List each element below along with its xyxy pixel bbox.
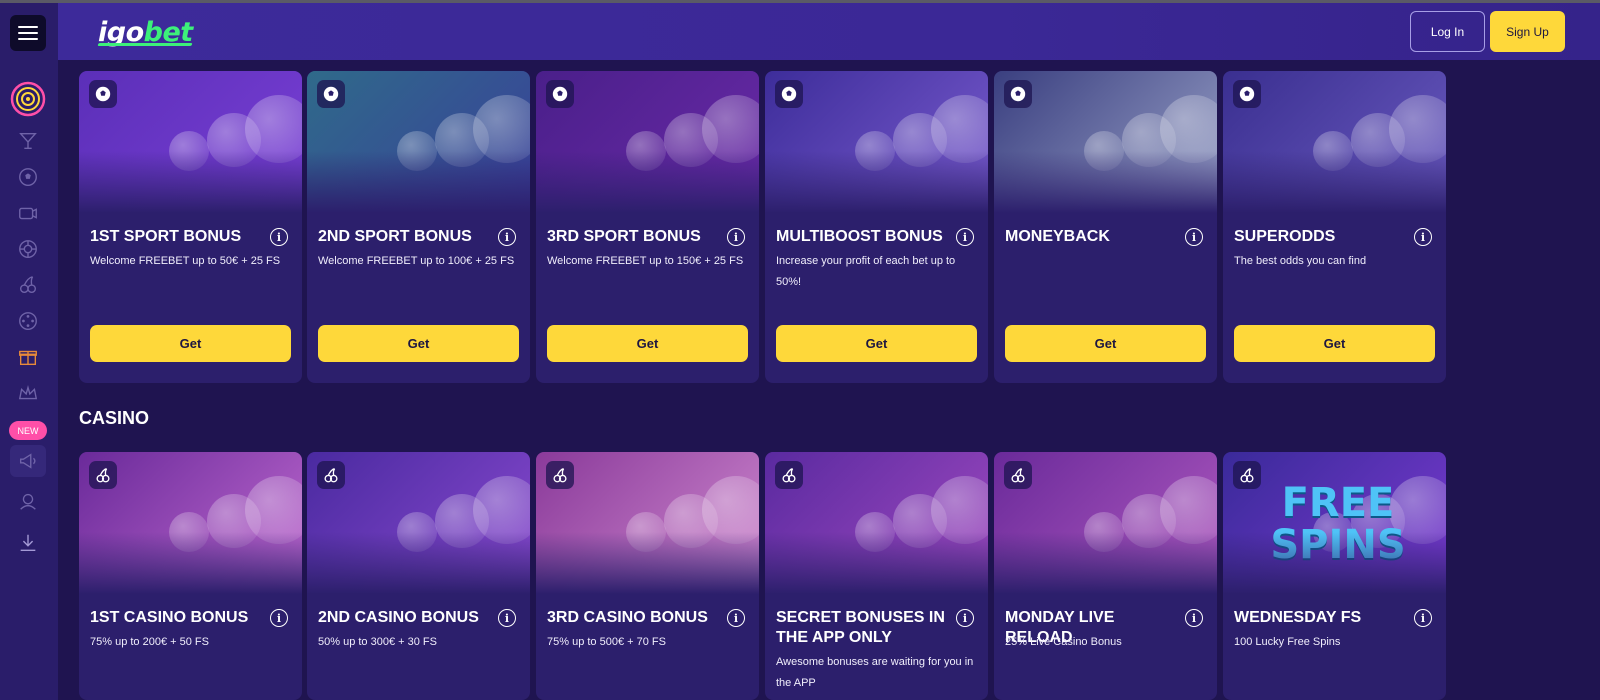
bonus-card[interactable]: 1ST CASINO BONUS i 75% up to 200€ + 50 FS bbox=[79, 452, 302, 700]
bonus-card[interactable]: 3RD SPORT BONUS i Welcome FREEBET up to 15… bbox=[536, 71, 759, 383]
info-icon[interactable]: i bbox=[1414, 228, 1432, 246]
bonus-title: 3RD SPORT BONUS bbox=[547, 228, 701, 245]
target-icon[interactable] bbox=[10, 81, 46, 117]
crown-icon[interactable] bbox=[14, 379, 42, 407]
bonus-title: 1ST SPORT BONUS bbox=[90, 228, 242, 245]
bonus-title: SECRET BONUSES IN THE APP ONLY bbox=[776, 609, 945, 646]
bonus-card[interactable]: MULTIBOOST BONUS i Increase your profit of… bbox=[765, 71, 988, 383]
bonus-card[interactable]: SUPERODDS i The best odds you can find Get bbox=[1223, 71, 1446, 383]
get-bonus-button[interactable]: Get bbox=[547, 325, 748, 362]
cherries-icon bbox=[1004, 461, 1032, 489]
info-icon[interactable]: i bbox=[727, 228, 745, 246]
bonus-description: 50% up to 300€ + 30 FS bbox=[318, 636, 437, 648]
bonus-title: 3RD CASINO BONUS bbox=[547, 609, 708, 626]
reel-icon[interactable] bbox=[14, 307, 42, 335]
bonus-description: Welcome FREEBET up to 100€ + 25 FS bbox=[318, 255, 515, 267]
info-icon[interactable]: i bbox=[956, 228, 974, 246]
image-fade bbox=[536, 532, 759, 594]
cherries-icon bbox=[89, 461, 117, 489]
info-icon[interactable]: i bbox=[270, 609, 288, 627]
info-icon[interactable]: i bbox=[498, 228, 516, 246]
get-bonus-button[interactable]: Get bbox=[318, 325, 519, 362]
bonus-card[interactable]: 2ND SPORT BONUS i Welcome FREEBET up to 10… bbox=[307, 71, 530, 383]
cherries-icon[interactable] bbox=[14, 271, 42, 299]
image-fade bbox=[79, 532, 302, 594]
bonus-card[interactable]: 1ST SPORT BONUS i Welcome FREEBET up to 50… bbox=[79, 71, 302, 383]
bonus-description: The best odds you can find bbox=[1234, 255, 1367, 267]
menu-bar bbox=[18, 38, 38, 40]
info-icon[interactable]: i bbox=[727, 609, 745, 627]
info-icon[interactable]: i bbox=[1414, 609, 1432, 627]
bonus-title: SUPERODDS bbox=[1234, 228, 1336, 245]
sidebar: NEW bbox=[0, 3, 58, 700]
gift-icon[interactable] bbox=[14, 343, 42, 371]
cherries-icon bbox=[546, 461, 574, 489]
bonus-description: 75% up to 200€ + 50 FS bbox=[90, 636, 209, 648]
image-fade bbox=[765, 151, 988, 213]
cocktail-icon[interactable] bbox=[14, 127, 42, 155]
roulette-icon[interactable] bbox=[14, 235, 42, 263]
soccer-ball-icon bbox=[89, 80, 117, 108]
soccer-ball-icon bbox=[775, 80, 803, 108]
cherries-icon bbox=[317, 461, 345, 489]
menu-bar bbox=[18, 32, 38, 34]
cherries-icon bbox=[775, 461, 803, 489]
get-bonus-button[interactable]: Get bbox=[90, 325, 291, 362]
get-bonus-button[interactable]: Get bbox=[1005, 325, 1206, 362]
info-icon[interactable]: i bbox=[270, 228, 288, 246]
image-fade bbox=[1223, 151, 1446, 213]
image-fade bbox=[307, 532, 530, 594]
bonus-card[interactable]: FREE SPINSWEDNESDAY FSi100 Lucky Free Sp… bbox=[1223, 452, 1446, 700]
megaphone-icon[interactable] bbox=[10, 445, 46, 477]
bonus-description: Welcome FREEBET up to 50€ + 25 FS bbox=[90, 255, 281, 267]
info-icon[interactable]: i bbox=[498, 609, 516, 627]
bonus-title: MULTIBOOST BONUS bbox=[776, 228, 943, 245]
tv-icon[interactable] bbox=[14, 199, 42, 227]
image-fade bbox=[79, 151, 302, 213]
bonus-description: 75% up to 500€ + 70 FS bbox=[547, 636, 666, 648]
signup-button[interactable]: Sign Up bbox=[1490, 11, 1565, 52]
bonus-card[interactable]: MONDAY LIVE RELOAD i 25% Live Casino Bonus bbox=[994, 452, 1217, 700]
menu-bar bbox=[18, 26, 38, 28]
soccer-ball-icon bbox=[546, 80, 574, 108]
soccer-ball-icon bbox=[1004, 80, 1032, 108]
bonus-card[interactable]: 3RD CASINO BONUS i 75% up to 500€ + 70 FS bbox=[536, 452, 759, 700]
bonus-card[interactable]: 2ND CASINO BONUS i 50% up to 300€ + 30 FS bbox=[307, 452, 530, 700]
soccer-ball-icon bbox=[317, 80, 345, 108]
image-fade bbox=[765, 532, 988, 594]
download-icon[interactable] bbox=[14, 529, 42, 557]
image-fade bbox=[536, 151, 759, 213]
bonus-card[interactable]: MONEYBACK i Get bbox=[994, 71, 1217, 383]
bonus-title: WEDNESDAY FS bbox=[1234, 609, 1362, 626]
get-bonus-button[interactable]: Get bbox=[1234, 325, 1435, 362]
new-badge: NEW bbox=[9, 421, 47, 440]
soccer-ball-icon bbox=[1233, 80, 1261, 108]
info-icon[interactable]: i bbox=[1185, 609, 1203, 627]
image-fade bbox=[994, 151, 1217, 213]
info-icon[interactable]: i bbox=[956, 609, 974, 627]
bonus-description: Awesome bonuses are waiting for you in t… bbox=[776, 656, 974, 689]
image-fade bbox=[307, 151, 530, 213]
logo-underline bbox=[97, 43, 193, 46]
cherries-icon bbox=[1233, 461, 1261, 489]
bonus-title: 1ST CASINO BONUS bbox=[90, 609, 249, 626]
bonus-description: 25% Live Casino Bonus bbox=[1005, 636, 1122, 648]
get-bonus-button[interactable]: Get bbox=[776, 325, 977, 362]
section-title-casino: CASINO bbox=[79, 408, 150, 428]
image-fade bbox=[994, 532, 1217, 594]
image-fade bbox=[1223, 532, 1446, 594]
bonus-title: 2ND SPORT BONUS bbox=[318, 228, 472, 245]
soccer-ball-icon[interactable] bbox=[14, 163, 42, 191]
support-agent-icon[interactable] bbox=[14, 487, 42, 515]
info-icon[interactable]: i bbox=[1185, 228, 1203, 246]
login-button[interactable]: Log In bbox=[1410, 11, 1485, 52]
menu-button[interactable] bbox=[10, 15, 46, 51]
bonus-title: MONEYBACK bbox=[1005, 228, 1110, 245]
bonus-description: Welcome FREEBET up to 150€ + 25 FS bbox=[547, 255, 744, 267]
bonus-description: 100 Lucky Free Spins bbox=[1234, 636, 1341, 648]
bonus-description: Increase your profit of each bet up to 5… bbox=[776, 255, 956, 288]
top-header: igobet Log In Sign Up bbox=[58, 3, 1600, 60]
bonus-title: 2ND CASINO BONUS bbox=[318, 609, 479, 626]
bonus-card[interactable]: SECRET BONUSES IN THE APP ONLY i Awesome b… bbox=[765, 452, 988, 700]
